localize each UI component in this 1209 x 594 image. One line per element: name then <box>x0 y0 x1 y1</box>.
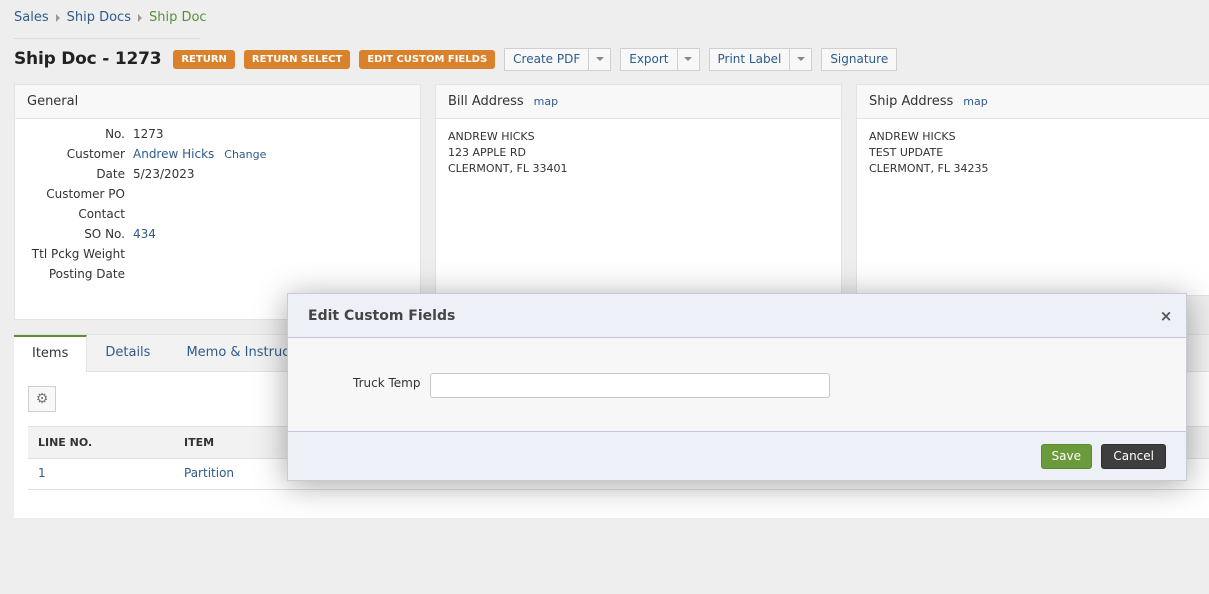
breadcrumb-divider <box>14 38 200 39</box>
field-row-posting-date: Posting Date <box>15 264 420 284</box>
sales-order-link[interactable]: 434 <box>133 227 156 241</box>
field-label: SO No. <box>84 227 125 241</box>
general-fields: No. 1273 Customer Andrew Hicks Change Da… <box>15 119 420 284</box>
ship-address-map-link[interactable]: map <box>963 95 987 108</box>
address-line: ANDREW HICKS <box>448 130 535 143</box>
dialog-title: Edit Custom Fields <box>308 307 456 324</box>
export-split-button: Export <box>620 47 700 71</box>
item-link[interactable]: Partition <box>184 466 234 480</box>
export-dropdown-toggle[interactable] <box>676 48 699 70</box>
tab-items[interactable]: Items <box>14 335 88 372</box>
address-line: CLERMONT, FL 34235 <box>869 162 989 175</box>
dialog-footer: Save Cancel <box>288 432 1186 480</box>
line-no-link[interactable]: 1 <box>38 466 46 480</box>
address-line: ANDREW HICKS <box>869 130 956 143</box>
field-label: Contact <box>78 207 125 221</box>
address-line: CLERMONT, FL 33401 <box>448 162 568 175</box>
truck-temp-label: Truck Temp <box>353 376 421 390</box>
save-button[interactable]: Save <box>1040 444 1092 469</box>
column-header-line-no[interactable]: LINE NO. <box>38 436 92 449</box>
chevron-down-icon <box>684 57 693 61</box>
print-label-split-button: Print Label <box>708 47 813 71</box>
breadcrumb-ship-docs[interactable]: Ship Docs <box>67 10 131 25</box>
breadcrumb-separator-icon <box>55 13 60 22</box>
field-row-so-no: SO No. 434 <box>15 224 420 244</box>
chevron-down-icon <box>796 57 805 61</box>
cancel-button[interactable]: Cancel <box>1101 444 1166 469</box>
ship-address-heading: Ship Address <box>869 94 954 109</box>
title-toolbar: Ship Doc - 1273 RETURN RETURN SELECT EDI… <box>14 47 898 71</box>
field-row-customer-po: Customer PO <box>15 184 420 204</box>
field-label: Customer PO <box>46 187 125 201</box>
field-row-ttl-pckg-weight: Ttl Pckg Weight <box>15 244 420 264</box>
create-pdf-button[interactable]: Create PDF <box>505 49 588 70</box>
field-row-customer: Customer Andrew Hicks Change <box>15 144 420 164</box>
dialog-body: Truck Temp <box>288 338 1186 432</box>
column-header-item[interactable]: ITEM <box>184 436 214 449</box>
general-panel-header: General <box>15 85 420 119</box>
close-icon[interactable]: × <box>1146 307 1186 325</box>
field-label: Posting Date <box>48 267 125 281</box>
field-row-date: Date 5/23/2023 <box>15 164 420 184</box>
return-select-button[interactable]: RETURN SELECT <box>243 49 351 69</box>
bill-address-map-link[interactable]: map <box>534 95 558 108</box>
edit-custom-fields-button[interactable]: EDIT CUSTOM FIELDS <box>359 49 496 69</box>
export-button[interactable]: Export <box>621 49 676 70</box>
field-row-contact: Contact <box>15 204 420 224</box>
bill-address-header: Bill Address map <box>436 85 841 119</box>
general-panel: General No. 1273 Customer Andrew Hicks C… <box>14 84 421 320</box>
field-label: Ttl Pckg Weight <box>31 247 125 261</box>
breadcrumb-separator-icon <box>137 13 142 22</box>
bill-address-heading: Bill Address <box>448 94 524 109</box>
field-value: 1273 <box>133 127 164 141</box>
address-line: TEST UPDATE <box>869 146 944 159</box>
field-label: Customer <box>66 147 125 161</box>
truck-temp-input[interactable] <box>430 373 830 398</box>
general-heading: General <box>27 94 79 109</box>
field-label: No. <box>105 127 125 141</box>
tab-details[interactable]: Details <box>87 335 168 371</box>
print-label-button[interactable]: Print Label <box>710 49 790 70</box>
create-pdf-dropdown-toggle[interactable] <box>588 48 610 70</box>
field-value: 5/23/2023 <box>133 167 195 181</box>
bill-address-block: ANDREW HICKS 123 APPLE RD CLERMONT, FL 3… <box>436 119 841 187</box>
bill-address-panel: Bill Address map ANDREW HICKS 123 APPLE … <box>435 84 842 296</box>
page-title: Ship Doc - 1273 <box>14 49 162 69</box>
print-label-dropdown-toggle[interactable] <box>789 48 811 70</box>
ship-address-panel: Ship Address map ANDREW HICKS TEST UPDAT… <box>856 84 1209 296</box>
create-pdf-split-button: Create PDF <box>504 47 612 71</box>
return-button[interactable]: RETURN <box>173 49 235 69</box>
ship-address-header: Ship Address map <box>857 85 1209 119</box>
field-row-no: No. 1273 <box>15 124 420 144</box>
chevron-down-icon <box>595 57 604 61</box>
gear-icon: ⚙ <box>35 391 49 407</box>
breadcrumb-ship-doc: Ship Doc <box>148 10 207 25</box>
edit-custom-fields-dialog: Edit Custom Fields × Truck Temp Save Can… <box>287 293 1187 481</box>
change-customer-link[interactable]: Change <box>224 148 266 161</box>
dialog-header: Edit Custom Fields × <box>288 294 1186 338</box>
grid-settings-button[interactable]: ⚙ <box>28 386 56 412</box>
address-line: 123 APPLE RD <box>448 146 526 159</box>
customer-link[interactable]: Andrew Hicks <box>133 147 214 161</box>
breadcrumb: Sales Ship Docs Ship Doc <box>14 10 207 25</box>
signature-button[interactable]: Signature <box>821 47 898 71</box>
field-label: Date <box>96 167 125 181</box>
ship-address-block: ANDREW HICKS TEST UPDATE CLERMONT, FL 34… <box>857 119 1209 187</box>
breadcrumb-sales[interactable]: Sales <box>14 10 49 25</box>
